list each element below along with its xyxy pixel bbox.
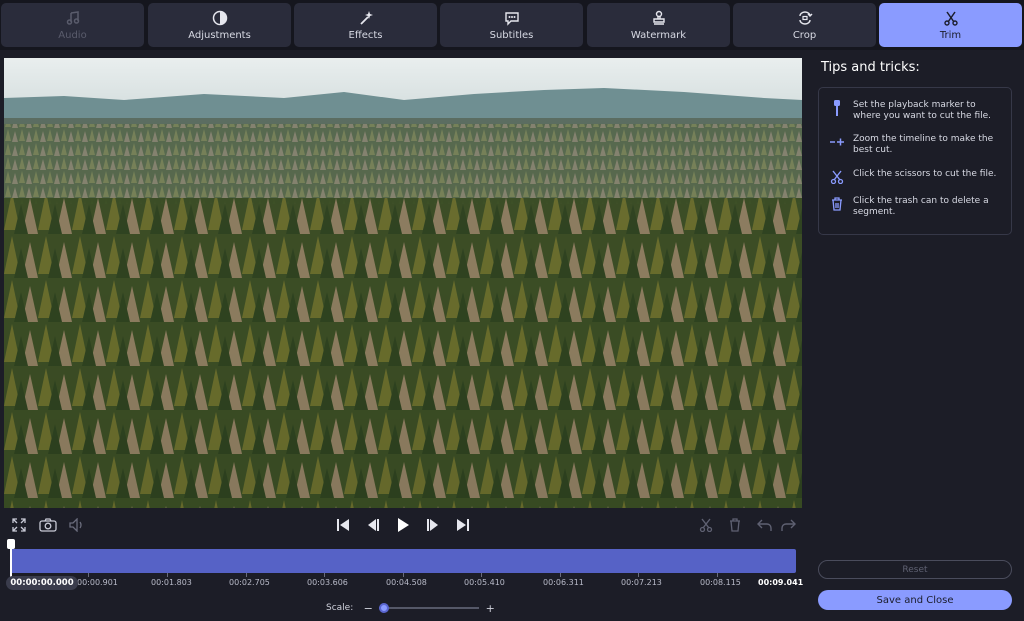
reset-button[interactable]: Reset [818,560,1012,579]
play-icon[interactable] [393,515,413,535]
tips-panel: Set the playback marker to where you wan… [818,87,1012,235]
current-time-badge: 00:00:00.000 [6,576,78,590]
tip-item: Zoom the timeline to make the best cut. [829,134,1003,156]
playhead-handle[interactable] [7,539,15,549]
tab-label: Subtitles [489,30,534,41]
scissors-icon[interactable] [696,515,716,535]
tip-item: Click the scissors to cut the file. [829,169,1003,185]
player-controls [0,510,810,540]
tick-label: 00:02.705 [229,578,270,587]
tick-mark [638,573,639,577]
tab-adjustments[interactable]: Adjustments [148,3,291,47]
redo-icon[interactable] [778,515,798,535]
next-frame-icon[interactable] [423,515,443,535]
trash-icon [829,196,845,212]
fullscreen-icon[interactable] [9,515,29,535]
zoom-out-button[interactable]: − [363,602,373,615]
scale-slider-knob[interactable] [379,603,390,613]
tips-title: Tips and tricks: [821,60,920,75]
undo-icon[interactable] [755,515,775,535]
tab-crop[interactable]: Crop [733,3,876,47]
zoom-timeline-icon [829,134,845,150]
tip-item: Click the trash can to delete a segment. [829,196,1003,218]
forest-frame [4,58,802,508]
tick-label: 00:01.803 [151,578,192,587]
tick-label: 00:08.115 [700,578,741,587]
tip-text: Click the scissors to cut the file. [853,169,997,179]
end-time-label: 00:09.041 [758,578,804,587]
scissors-icon [942,9,960,27]
tick-mark [403,573,404,577]
tab-label: Crop [792,30,817,41]
tab-subtitles[interactable]: Subtitles [440,3,583,47]
edit-tab-bar: Audio Adjustments Effects Subtitles Wate… [0,0,1024,50]
tick-label: 00:04.508 [386,578,427,587]
tab-audio[interactable]: Audio [1,3,144,47]
tick-label: 00:06.311 [543,578,584,587]
tab-label: Effects [348,30,383,41]
volume-icon[interactable] [67,515,87,535]
zoom-in-button[interactable]: + [485,602,495,615]
tick-label: 00:07.213 [621,578,662,587]
timeline-track[interactable] [10,549,796,573]
crop-rotate-icon [796,9,814,27]
previous-frame-icon[interactable] [363,515,383,535]
tab-label: Audio [58,30,87,41]
tick-mark [167,573,168,577]
tick-mark [481,573,482,577]
video-preview [4,58,802,508]
speech-bubble-icon [503,9,521,27]
tip-text: Set the playback marker to where you wan… [853,100,992,121]
skip-to-end-icon[interactable] [453,515,473,535]
tab-trim[interactable]: Trim [879,3,1022,47]
tab-label: Watermark [630,30,687,41]
scale-label: Scale: [326,603,354,613]
skip-to-start-icon[interactable] [333,515,353,535]
tick-label: 00:05.410 [464,578,505,587]
tick-label: 00:00.901 [77,578,118,587]
tip-text: Zoom the timeline to make the best cut. [853,134,994,155]
contrast-icon [211,9,229,27]
tick-mark [88,573,89,577]
tip-item: Set the playback marker to where you wan… [829,100,1003,122]
tab-label: Adjustments [188,30,251,41]
magic-wand-icon [357,9,375,27]
camera-icon[interactable] [38,515,58,535]
tab-watermark[interactable]: Watermark [587,3,730,47]
tab-effects[interactable]: Effects [294,3,437,47]
scissors-icon [829,169,845,185]
save-and-close-button[interactable]: Save and Close [818,590,1012,610]
scale-control: Scale: − + [326,601,495,615]
tick-mark [560,573,561,577]
tab-label: Trim [939,30,962,41]
timeline-ruler: 00:00.901 00:01.803 00:02.705 00:03.606 … [0,573,810,591]
playback-marker-icon [829,100,845,116]
scale-slider[interactable] [379,603,480,613]
tick-mark [324,573,325,577]
trash-icon[interactable] [725,515,745,535]
stamp-icon [650,9,668,27]
tip-text: Click the trash can to delete a segment. [853,196,989,217]
tick-mark [717,573,718,577]
tick-label: 00:03.606 [307,578,348,587]
music-note-icon [64,9,82,27]
tick-mark [246,573,247,577]
